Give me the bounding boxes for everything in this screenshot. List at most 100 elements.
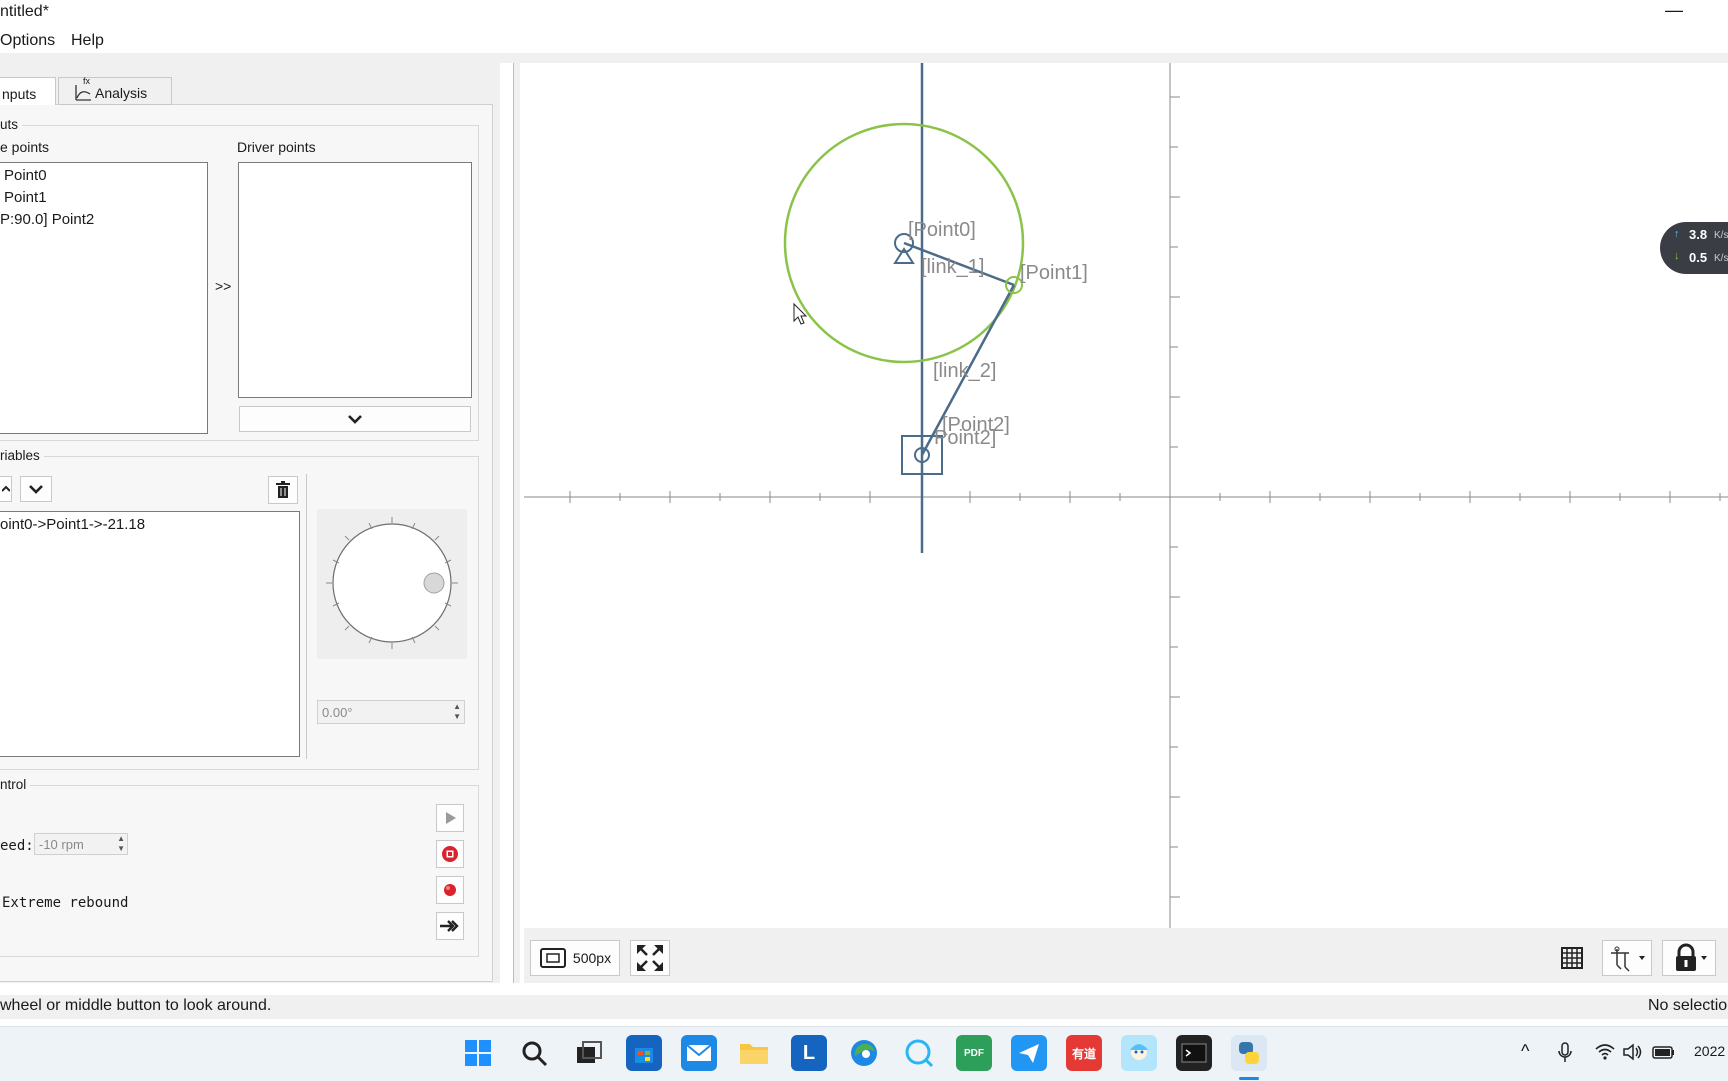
- link-tool-icon: [1611, 946, 1645, 972]
- control-group-title: ntrol: [0, 777, 31, 792]
- task-view-icon: [577, 1041, 602, 1063]
- globe-search-icon: [905, 1039, 934, 1068]
- list-item[interactable]: oint0->Point1->-21.18: [0, 516, 145, 533]
- label-point0: [Point0]: [908, 219, 976, 241]
- panel-splitter[interactable]: [513, 63, 520, 983]
- transfer-button[interactable]: >>: [215, 278, 231, 294]
- grid-toggle-button[interactable]: [1554, 940, 1590, 976]
- play-icon: [446, 812, 456, 824]
- character-icon: [1130, 1044, 1148, 1060]
- network-speed-widget[interactable]: ↑ 3.8 K/s ↓ 0.5 K/s: [1660, 222, 1728, 274]
- terminal-app[interactable]: [1176, 1035, 1212, 1071]
- spin-down-icon[interactable]: ▼: [117, 838, 125, 860]
- variables-list[interactable]: oint0->Point1->-21.18: [0, 511, 300, 757]
- driver-points-list[interactable]: [238, 162, 472, 398]
- base-points-label: e points: [0, 139, 50, 155]
- tab-inputs[interactable]: nputs: [0, 77, 56, 105]
- store-app[interactable]: [626, 1035, 662, 1071]
- browser-app[interactable]: [901, 1035, 937, 1071]
- menu-separator: [0, 53, 1728, 63]
- system-clock: 2022: [1694, 1043, 1726, 1059]
- list-item[interactable]: Point1: [4, 189, 47, 206]
- angle-value: 0.00°: [322, 705, 353, 720]
- upload-speed: 3.8: [1689, 227, 1708, 242]
- menu-help[interactable]: Help: [71, 32, 104, 50]
- lock-icon: [1676, 943, 1707, 971]
- fast-forward-icon: [440, 920, 459, 932]
- down-button[interactable]: [20, 476, 52, 502]
- pdf-app[interactable]: PDF: [956, 1035, 992, 1071]
- chevron-down-icon: [348, 415, 362, 424]
- inputs-group-title: uts: [0, 117, 23, 132]
- pdf-icon-label: PDF: [964, 1047, 984, 1059]
- speed-label: eed:: [0, 838, 34, 854]
- delete-button[interactable]: [268, 476, 298, 504]
- start-button[interactable]: [460, 1035, 496, 1071]
- volume-icon[interactable]: [1622, 1042, 1644, 1062]
- battery-icon[interactable]: [1652, 1043, 1676, 1061]
- tab-analysis-label: Analysis: [95, 85, 148, 101]
- youdao-app[interactable]: 有道: [1066, 1035, 1102, 1071]
- label-link2: [link_2]: [933, 360, 996, 382]
- driver-points-label: Driver points: [237, 139, 316, 155]
- search-button[interactable]: [516, 1035, 552, 1071]
- download-arrow-icon: ↓: [1674, 250, 1680, 262]
- window-title: ntitled*: [0, 3, 49, 20]
- play-button[interactable]: [436, 804, 464, 832]
- task-view-button[interactable]: [571, 1035, 607, 1071]
- up-button[interactable]: [0, 476, 12, 502]
- expand-arrows-icon: [637, 945, 663, 971]
- search-icon: [522, 1041, 548, 1067]
- list-item[interactable]: Point0: [4, 167, 47, 184]
- canvas-drawing[interactable]: [Point0] [link_1] [Point1] [link_2] [Poi…: [524, 63, 1728, 928]
- grid-icon: [1561, 947, 1583, 969]
- mechanism-canvas[interactable]: [Point0] [link_1] [Point1] [link_2] [Poi…: [524, 63, 1728, 928]
- lenovo-app[interactable]: L: [791, 1035, 827, 1071]
- zoom-frame-icon: [539, 948, 566, 968]
- mail-app[interactable]: [681, 1035, 717, 1071]
- minimize-button[interactable]: —: [1665, 0, 1683, 24]
- speed-value: -10 rpm: [39, 837, 84, 852]
- live2d-app[interactable]: [1121, 1035, 1157, 1071]
- upload-unit: K/s: [1714, 230, 1728, 241]
- file-explorer-app[interactable]: [736, 1035, 772, 1071]
- canvas-toolbar: [524, 928, 1728, 983]
- angle-spinbox[interactable]: 0.00° ▲ ▼: [317, 700, 465, 724]
- record-button[interactable]: [436, 876, 464, 904]
- control-group: [0, 785, 479, 957]
- mail-icon: [686, 1044, 712, 1061]
- status-bar: wheel or middle button to look around. N…: [0, 995, 1728, 1019]
- angle-dial-area: [317, 509, 467, 659]
- expand-button[interactable]: [239, 406, 471, 432]
- edge-app[interactable]: [846, 1035, 882, 1071]
- edge-icon: [851, 1040, 877, 1066]
- stop-icon: [442, 846, 458, 862]
- download-speed: 0.5: [1689, 250, 1708, 265]
- lock-button[interactable]: [1662, 940, 1716, 976]
- wifi-icon[interactable]: [1594, 1042, 1616, 1062]
- zoom-button[interactable]: 500px: [530, 940, 620, 976]
- base-points-list[interactable]: Point0 Point1 P:90.0] Point2: [0, 162, 208, 434]
- chevron-up-icon[interactable]: ^: [1521, 1041, 1529, 1062]
- speed-spinbox[interactable]: -10 rpm ▲ ▼: [34, 833, 128, 855]
- feishu-app[interactable]: [1011, 1035, 1047, 1071]
- stop-button[interactable]: [436, 840, 464, 868]
- record-icon: [444, 884, 456, 896]
- zoom-label: 500px: [572, 950, 612, 966]
- download-unit: K/s: [1714, 253, 1728, 264]
- tab-analysis[interactable]: fx Analysis: [58, 76, 172, 105]
- terminal-icon: [1181, 1043, 1207, 1063]
- snap-options-button[interactable]: [1602, 940, 1652, 976]
- forward-button[interactable]: [436, 912, 464, 940]
- microphone-icon[interactable]: [1556, 1041, 1574, 1065]
- python-icon: [1239, 1042, 1259, 1064]
- youdao-icon-label: 有道: [1071, 1046, 1096, 1061]
- angle-dial[interactable]: [317, 509, 467, 659]
- spin-down-icon[interactable]: ▼: [453, 705, 461, 729]
- list-item[interactable]: P:90.0] Point2: [0, 211, 94, 228]
- folder-icon: [740, 1044, 768, 1064]
- fit-view-button[interactable]: [630, 940, 670, 976]
- lenovo-icon: L: [802, 1041, 816, 1064]
- python-app[interactable]: [1231, 1035, 1267, 1071]
- menu-options[interactable]: Options: [0, 32, 55, 50]
